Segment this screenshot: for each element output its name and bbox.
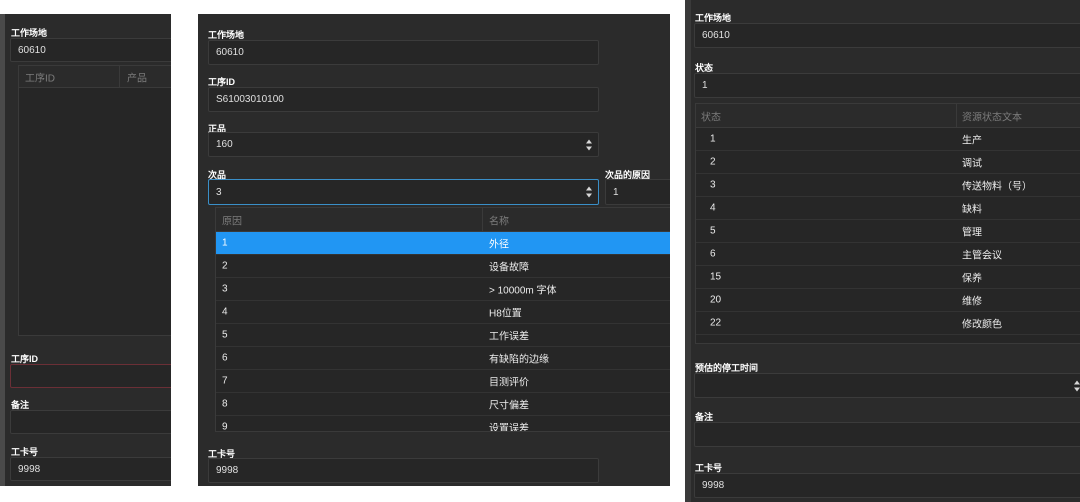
row-name: 设置误差 — [489, 423, 529, 432]
row-code: 1 — [222, 237, 228, 249]
row-code: 1 — [710, 133, 716, 145]
dropdown-row[interactable]: 6 有缺陷的边缘 — [216, 347, 670, 370]
row-code: 8 — [222, 398, 228, 410]
operations-table[interactable]: 工序ID 产品 — [18, 65, 171, 336]
column-header-op-id[interactable]: 工序ID — [25, 69, 55, 84]
workplace-field[interactable]: 60610 — [694, 23, 1080, 48]
dropdown-row[interactable]: 4 H8位置 — [216, 301, 670, 324]
table-row[interactable]: 20 维修 — [696, 289, 1080, 312]
column-header-status[interactable]: 状态 — [701, 108, 721, 123]
dropdown-row[interactable]: 1 外径 — [216, 232, 670, 255]
table-row[interactable]: 6 主管会议 — [696, 243, 1080, 266]
status-table-header: 状态 资源状态文本 — [696, 104, 1080, 128]
card-field[interactable]: 9998 — [694, 473, 1080, 498]
panel-workplace-operations: 工作场地 60610 工序ID 产品 工序ID 备注 工卡号 9998 — [0, 14, 171, 486]
row-code: 7 — [222, 375, 228, 387]
card-field[interactable]: 9998 — [208, 458, 599, 483]
column-header-product[interactable]: 产品 — [127, 69, 147, 84]
column-header-reason[interactable]: 原因 — [222, 212, 242, 227]
row-text: 传送物料（号） — [962, 181, 1032, 193]
card-field[interactable]: 9998 — [10, 457, 171, 481]
row-name: 外径 — [489, 239, 509, 251]
row-code: 5 — [222, 329, 228, 341]
column-header-name[interactable]: 名称 — [489, 212, 509, 227]
panel-edge — [0, 14, 5, 486]
row-text: 维修 — [962, 296, 982, 308]
row-name: 工作误差 — [489, 331, 529, 343]
row-code: 3 — [222, 283, 228, 295]
panel-edge — [685, 0, 691, 502]
remark-field[interactable] — [10, 410, 171, 434]
dropdown-row[interactable]: 9 设置误差 — [216, 416, 670, 432]
table-row[interactable]: 22 修改颜色 — [696, 312, 1080, 335]
row-code: 4 — [710, 202, 716, 214]
defect-qty-spinbox[interactable]: 3 — [208, 179, 599, 205]
op-id-field[interactable] — [10, 364, 171, 388]
dropdown-row[interactable]: 7 目测评价 — [216, 370, 670, 393]
defect-reason-field[interactable]: 1 — [605, 179, 670, 205]
row-name: 尺寸偏差 — [489, 400, 529, 412]
operations-table-header: 工序ID 产品 — [19, 66, 171, 88]
table-row[interactable]: 1 生产 — [696, 128, 1080, 151]
dropdown-row[interactable]: 8 尺寸偏差 — [216, 393, 670, 416]
row-name: H8位置 — [489, 308, 522, 320]
row-code: 3 — [710, 179, 716, 191]
row-code: 6 — [710, 248, 716, 260]
row-name: 有缺陷的边缘 — [489, 354, 549, 366]
downtime-spinbox[interactable] — [694, 373, 1080, 398]
row-code: 2 — [222, 260, 228, 272]
row-code: 22 — [710, 317, 722, 329]
row-text: 缺料 — [962, 204, 982, 216]
row-text: 主管会议 — [962, 250, 1002, 262]
workplace-field[interactable]: 60610 — [10, 38, 171, 62]
panel-resource-status: 工作场地 60610 状态 1 状态 资源状态文本 1 生产 2 调试 3 传送物料（… — [685, 0, 1080, 502]
good-qty-spinbox[interactable]: 160 — [208, 132, 599, 157]
row-code: 6 — [222, 352, 228, 364]
row-text: 管理 — [962, 227, 982, 239]
dropdown-row[interactable]: 5 工作误差 — [216, 324, 670, 347]
table-row[interactable]: 5 管理 — [696, 220, 1080, 243]
good-qty-value: 160 — [216, 139, 233, 150]
table-row[interactable]: 15 保养 — [696, 266, 1080, 289]
row-code: 15 — [710, 271, 722, 283]
spinbox-arrows-icon[interactable] — [586, 186, 592, 198]
row-code: 2 — [710, 156, 716, 168]
row-text: 保养 — [962, 273, 982, 285]
row-code: 4 — [222, 306, 228, 318]
column-header-status-text[interactable]: 资源状态文本 — [962, 108, 1022, 123]
row-text: 修改颜色 — [962, 319, 1002, 331]
row-name: 目测评价 — [489, 377, 529, 389]
table-row[interactable]: 2 调试 — [696, 151, 1080, 174]
defect-reason-dropdown[interactable]: 原因 名称 1 外径 2 设备故障 3 > 10000m 字体 4 H8位置 5 工作误差… — [215, 207, 670, 432]
table-row[interactable]: 3 传送物料（号） — [696, 174, 1080, 197]
row-code: 5 — [710, 225, 716, 237]
dropdown-row[interactable]: 2 设备故障 — [216, 255, 670, 278]
dropdown-header: 原因 名称 — [216, 208, 670, 232]
workplace-field[interactable]: 60610 — [208, 40, 599, 65]
row-code: 9 — [222, 421, 228, 432]
table-row[interactable]: 4 缺料 — [696, 197, 1080, 220]
row-code: 20 — [710, 294, 722, 306]
defect-qty-value: 3 — [216, 186, 222, 198]
row-name: > 10000m 字体 — [489, 285, 557, 297]
op-id-field[interactable]: S61003010100 — [208, 87, 599, 112]
row-text: 生产 — [962, 135, 982, 147]
dropdown-row[interactable]: 3 > 10000m 字体 — [216, 278, 670, 301]
spinbox-arrows-icon[interactable] — [1074, 380, 1080, 391]
remark-field[interactable] — [694, 422, 1080, 447]
row-name: 设备故障 — [489, 262, 529, 274]
status-field[interactable]: 1 — [694, 73, 1080, 98]
row-text: 调试 — [962, 158, 982, 170]
status-table[interactable]: 状态 资源状态文本 1 生产 2 调试 3 传送物料（号） 4 缺料 5 管理 6 主管会议… — [695, 103, 1080, 344]
panel-defect-entry: 工作场地 60610 工序ID S61003010100 正品 160 次品 3… — [198, 14, 670, 486]
spinbox-arrows-icon[interactable] — [586, 139, 592, 150]
